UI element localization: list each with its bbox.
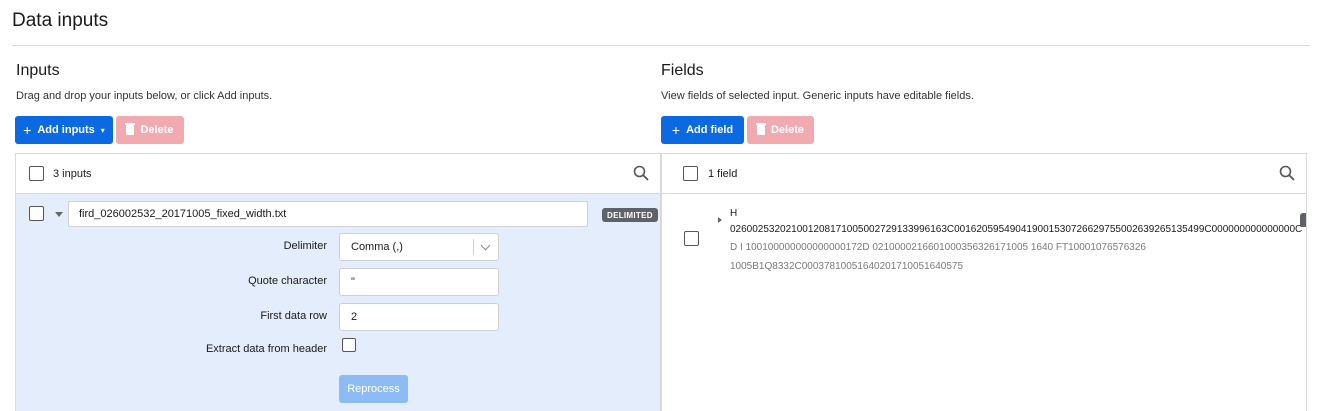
title-divider bbox=[12, 45, 1310, 46]
reprocess-button[interactable]: Reprocess bbox=[339, 375, 408, 403]
field-sample-line-2: 1005B1Q8332C000378100516402017100516405​… bbox=[730, 261, 964, 272]
first-data-row-label: First data row bbox=[260, 310, 327, 322]
field-value: 026002532021001208171005002729133996163C… bbox=[730, 224, 1303, 235]
plus-icon: + bbox=[23, 122, 32, 138]
chevron-down-icon[interactable] bbox=[55, 212, 63, 217]
fields-title: Fields bbox=[661, 62, 704, 79]
inputs-description: Drag and drop your inputs below, or clic… bbox=[16, 90, 273, 102]
chevron-down-icon bbox=[480, 240, 491, 251]
extract-header-checkbox[interactable] bbox=[342, 338, 356, 352]
field-sample-line-1: D I 100100000000000000172D 0210000216601… bbox=[730, 242, 1146, 253]
input-type-badge: DELIMITED bbox=[602, 208, 658, 222]
delete-field-button[interactable]: Delete bbox=[747, 116, 814, 144]
trash-icon bbox=[755, 123, 766, 135]
input-filename-field[interactable]: fird_026002532_20171005_fixed_width.txt bbox=[68, 201, 588, 227]
fields-count: 1 field bbox=[708, 168, 738, 180]
page-title: Data inputs bbox=[12, 10, 109, 31]
caret-down-icon: ▾ bbox=[100, 125, 105, 135]
fields-panel: 1 field H 026002532021001208171005002729… bbox=[661, 153, 1307, 411]
plus-icon: + bbox=[671, 122, 681, 138]
caret-right-icon[interactable] bbox=[718, 217, 722, 223]
inputs-count: 3 inputs bbox=[53, 168, 92, 180]
delimiter-value: Comma (,) bbox=[351, 241, 403, 253]
fields-description: View fields of selected input. Generic i… bbox=[661, 90, 974, 102]
first-data-row-field[interactable]: 2 bbox=[339, 303, 499, 331]
quote-character-field[interactable]: " bbox=[339, 268, 499, 296]
delete-inputs-button[interactable]: Delete bbox=[116, 116, 184, 144]
selected-input-row[interactable]: fird_026002532_20171005_fixed_width.txt … bbox=[16, 194, 660, 411]
fields-panel-header: 1 field bbox=[662, 154, 1306, 194]
extract-header-label: Extract data from header bbox=[205, 343, 327, 355]
delete-inputs-label: Delete bbox=[140, 124, 174, 136]
add-inputs-label: Add inputs bbox=[37, 124, 95, 136]
inputs-panel-header: 3 inputs bbox=[16, 154, 660, 194]
select-all-inputs-checkbox[interactable] bbox=[29, 166, 44, 181]
add-field-label: Add field bbox=[686, 124, 734, 136]
input-row-checkbox[interactable] bbox=[29, 206, 44, 221]
overflow-tab bbox=[1300, 213, 1306, 227]
delimiter-select[interactable]: Comma (,) bbox=[339, 233, 499, 261]
select-all-fields-checkbox[interactable] bbox=[683, 166, 698, 181]
delimiter-label: Delimiter bbox=[283, 240, 327, 252]
select-divider bbox=[473, 239, 474, 255]
add-inputs-button[interactable]: + Add inputs ▾ bbox=[15, 116, 113, 144]
inputs-title: Inputs bbox=[16, 62, 60, 79]
field-row-checkbox[interactable] bbox=[684, 231, 699, 246]
quote-character-label: Quote character bbox=[248, 275, 327, 287]
search-icon[interactable] bbox=[1279, 165, 1295, 181]
delete-field-label: Delete bbox=[770, 124, 805, 136]
trash-icon bbox=[125, 123, 136, 135]
inputs-panel: 3 inputs fird_026002532_20171005_fixed_w… bbox=[15, 153, 661, 411]
search-icon[interactable] bbox=[633, 165, 649, 181]
add-field-button[interactable]: + Add field bbox=[661, 116, 744, 144]
field-name: H bbox=[730, 208, 738, 219]
